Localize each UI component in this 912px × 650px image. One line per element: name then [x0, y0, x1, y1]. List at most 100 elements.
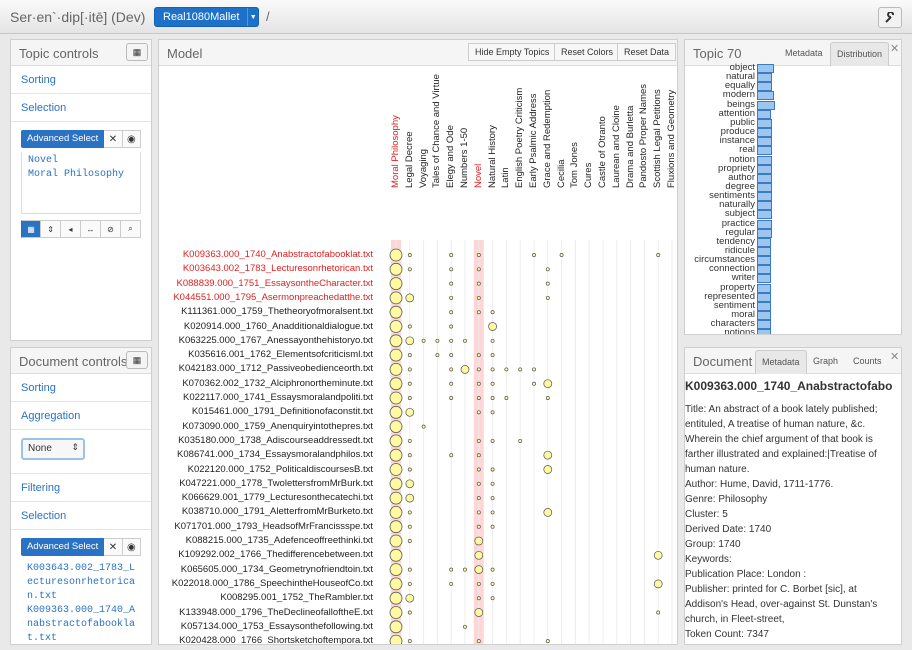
topic-weight-circle[interactable]	[449, 581, 454, 586]
topic-weight-circle[interactable]	[407, 438, 412, 443]
topic-weight-circle[interactable]	[476, 381, 481, 386]
topic-selection-section[interactable]: Selection	[11, 94, 151, 122]
document-row-label[interactable]: K047221.000_1778_TwolettersfromMrBurk.tx…	[179, 478, 373, 489]
zoom-icon[interactable]: ⌕	[120, 220, 141, 238]
topic-weight-circle[interactable]	[476, 596, 481, 601]
close-icon[interactable]: ✕	[104, 130, 123, 148]
topic-weight-circle[interactable]	[435, 353, 440, 358]
topic-column-label[interactable]: Grace and Redemption	[542, 90, 553, 188]
topic-weight-circle[interactable]	[449, 453, 454, 458]
topic-weight-circle[interactable]	[476, 496, 481, 501]
aggregation-select[interactable]: None ⇕	[21, 438, 85, 460]
target-icon[interactable]: ◉	[122, 130, 141, 148]
close-icon[interactable]: ✕	[890, 350, 899, 363]
topic-weight-circle[interactable]	[474, 608, 484, 617]
topic-weight-circle[interactable]	[543, 379, 553, 389]
topic-document-matrix[interactable]	[387, 240, 678, 645]
topic-weight-circle[interactable]	[490, 510, 495, 515]
document-row-label[interactable]: K022117.000_1741_Essaysmoralandpoliti.tx…	[183, 392, 373, 403]
topic-weight-circle[interactable]	[389, 620, 403, 634]
topic-weight-circle[interactable]	[476, 510, 481, 515]
document-row-label[interactable]: K071701.000_1793_HeadsofMrFrancissspe.tx…	[174, 521, 373, 532]
topic-weight-circle[interactable]	[407, 567, 412, 572]
topic-weight-circle[interactable]	[449, 295, 454, 300]
topic-weight-circle[interactable]	[490, 467, 495, 472]
topic-weight-circle[interactable]	[407, 524, 412, 529]
topic-weight-circle[interactable]	[389, 563, 403, 577]
topic-weight-circle[interactable]	[463, 624, 467, 629]
topic-column-label[interactable]: Legal Decree	[404, 131, 415, 188]
document-row-label[interactable]: K009363.000_1740_Anabstractofabooklat.tx…	[183, 249, 373, 260]
topic-column-label[interactable]: Elegy and Ode	[445, 125, 456, 188]
topic-weight-circle[interactable]	[653, 550, 663, 560]
topic-weight-circle[interactable]	[532, 381, 536, 386]
topic-weight-circle[interactable]	[476, 524, 481, 529]
reset-data-button[interactable]: Reset Data	[617, 43, 677, 61]
topic-weight-circle[interactable]	[389, 420, 403, 434]
topic-weight-circle[interactable]	[490, 353, 495, 358]
topic-column-label[interactable]: Latin	[500, 167, 511, 188]
topic-weight-circle[interactable]	[449, 310, 454, 315]
hide-empty-topics-button[interactable]: Hide Empty Topics	[468, 43, 557, 61]
document-row-label[interactable]: K111361.000_1759_Thetheoryofmoralsent.tx…	[181, 306, 373, 317]
topic-weight-circle[interactable]	[476, 481, 481, 486]
topic-weight-circle[interactable]	[405, 479, 415, 489]
document-row-label[interactable]: K022120.000_1752_PoliticaldiscoursesB.tx…	[188, 464, 373, 475]
topic-weight-circle[interactable]	[389, 262, 403, 276]
topic-weight-circle[interactable]	[474, 565, 484, 574]
document-row-label[interactable]: K042183.000_1712_Passiveobedienceorth.tx…	[179, 363, 373, 374]
topic-weight-circle[interactable]	[545, 281, 550, 286]
document-row-label[interactable]: K066629.001_1779_Lecturesonthecatechi.tx…	[182, 492, 373, 503]
document-row-label[interactable]: K038710.000_1791_AletterfromMrBurketo.tx…	[182, 506, 373, 517]
document-row-label[interactable]: K063225.000_1767_Anessayonthehistoryo.tx…	[179, 335, 373, 346]
topic-column-label[interactable]: Moral Philosophy	[390, 115, 401, 188]
topic-weight-circle[interactable]	[545, 396, 550, 400]
topic-column-label[interactable]: Laurean and Cloine	[611, 105, 622, 188]
topic-weight-circle[interactable]	[656, 610, 661, 615]
target-icon[interactable]: ◉	[122, 538, 141, 556]
document-row-label[interactable]: K022018.000_1786_SpeechintheHouseofCo.tx…	[172, 578, 373, 589]
document-row-label[interactable]: K086741.000_1734_Essaysmoralandphilos.tx…	[177, 449, 373, 460]
document-row-label[interactable]: K035616.001_1762_Elementsofcriticisml.tx…	[188, 349, 373, 360]
topic-weight-circle[interactable]	[407, 467, 412, 472]
topic-weight-circle[interactable]	[449, 281, 454, 286]
advanced-select-button[interactable]: Advanced Select	[21, 130, 105, 148]
grid-icon[interactable]: ▦	[126, 43, 148, 61]
topic-weight-circle[interactable]	[407, 367, 412, 372]
document-row-label[interactable]: K015461.000_1791_Definitionofaconstit.tx…	[192, 406, 373, 417]
document-row-label[interactable]: K088839.000_1751_EssaysontheCharacter.tx…	[177, 278, 373, 289]
topic-weight-circle[interactable]	[389, 248, 403, 262]
topic-weight-circle[interactable]	[435, 338, 440, 343]
document-row-label[interactable]: K073090.000_1759_Anenquiryintothepres.tx…	[182, 421, 373, 432]
topic-weight-circle[interactable]	[476, 410, 481, 415]
caret-down-icon[interactable]: ▼	[247, 8, 258, 26]
topic-weight-circle[interactable]	[490, 567, 495, 572]
document-row-label[interactable]: K035180.000_1738_Adiscourseaddressedt.tx…	[178, 435, 373, 446]
topic-weight-circle[interactable]	[449, 338, 454, 343]
topic-weight-circle[interactable]	[518, 438, 523, 443]
doc-sorting-section[interactable]: Sorting	[11, 374, 151, 402]
topic-weight-circle[interactable]	[389, 591, 403, 605]
topic-weight-circle[interactable]	[476, 253, 481, 257]
topic-weight-circle[interactable]	[545, 267, 550, 272]
document-row-label[interactable]: K008295.001_1752_TheRambler.txt	[220, 592, 373, 603]
document-row-label[interactable]: K133948.000_1796_TheDeclineofalloftheE.t…	[179, 607, 373, 618]
topic-weight-circle[interactable]	[545, 295, 550, 300]
topic-weight-circle[interactable]	[389, 434, 403, 448]
topic-column-label[interactable]: Voyaging	[418, 149, 429, 188]
document-row-label[interactable]: K070362.002_1732_Alciphronortheminute.tx…	[182, 378, 373, 389]
close-icon[interactable]: ✕	[104, 538, 123, 556]
topic-weight-circle[interactable]	[389, 348, 403, 362]
topic-weight-circle[interactable]	[490, 396, 495, 400]
hide-icon[interactable]: ⊘	[101, 220, 121, 238]
topic-weight-circle[interactable]	[476, 310, 481, 315]
advanced-select-button[interactable]: Advanced Select	[21, 538, 105, 556]
topic-weight-circle[interactable]	[490, 581, 495, 586]
topic-weight-circle[interactable]	[389, 377, 403, 391]
topic-weight-circle[interactable]	[421, 338, 426, 343]
topic-column-label[interactable]: Tales of Chance and Virtue	[431, 74, 442, 188]
topic-weight-circle[interactable]	[463, 567, 467, 572]
document-row-label[interactable]: K020428.000_1766_Shortsketchoftempora.tx…	[179, 635, 373, 644]
topic-weight-circle[interactable]	[449, 267, 454, 272]
topic-column-label[interactable]: Cecilia	[556, 159, 567, 188]
